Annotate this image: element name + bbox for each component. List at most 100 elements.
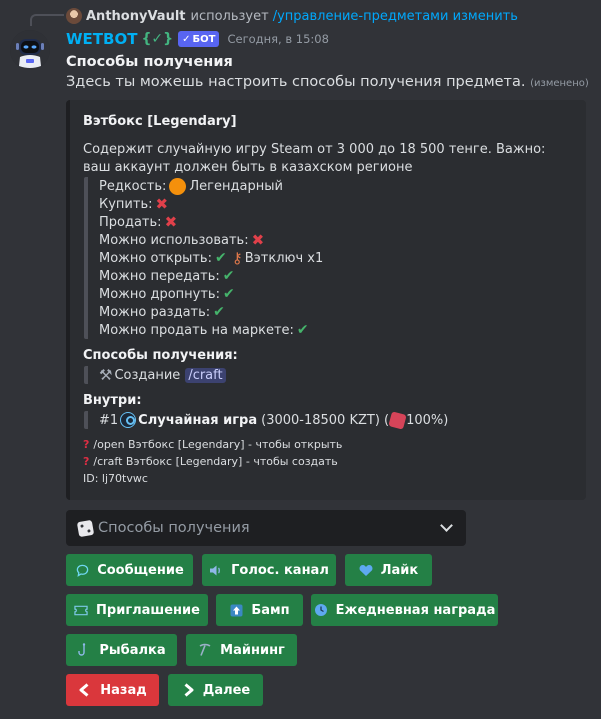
invite-button-label: Приглашение [96, 602, 200, 618]
obtain-method-label: Создание [114, 367, 181, 383]
embed-description: Содержит случайную игру Steam от 3 000 д… [83, 142, 546, 175]
bot-tag: ✓ БОТ [178, 31, 220, 47]
reply-reference[interactable]: AnthonyVault использует /управление-пред… [66, 6, 518, 26]
craft-command-mention[interactable]: /craft [185, 367, 226, 383]
open-key-value: Вэтключ x1 [244, 250, 324, 266]
cross-icon: ✖ [155, 195, 169, 213]
reply-username[interactable]: AnthonyVault [86, 9, 186, 24]
check-icon: ✔ [222, 268, 235, 284]
embed-title: Вэтбокс [Legendary] [83, 114, 237, 129]
obtain-method: ⚒ Создание /craft [99, 366, 574, 384]
prop-open: Можно открыть: ✔ ⚷ Вэтключ x1 [99, 249, 574, 267]
arrow-left-icon [78, 683, 92, 697]
inside-prefix: #1 [99, 412, 119, 428]
pickaxe-icon [198, 643, 212, 657]
prop-label: Можно раздать: [99, 304, 211, 320]
inside-item-chance: 100%) [406, 412, 449, 428]
question-mark-icon: ? [83, 455, 90, 468]
arrow-right-icon [181, 683, 195, 697]
like-button-label: Лайк [380, 562, 419, 578]
next-button-label: Далее [202, 682, 251, 698]
voice-button-label: Голос. канал [231, 562, 329, 578]
message-body: Здесь ты можешь настроить способы получе… [66, 74, 526, 90]
bump-button[interactable]: Бамп [216, 594, 303, 626]
daily-button-label: Ежедневная награда [335, 602, 496, 618]
prop-market: Можно продать на маркете: ✔ [99, 321, 574, 339]
prop-label: Можно дропнуть: [99, 286, 220, 302]
inside-item-range: (3000-18500 KZT) ( [261, 412, 390, 428]
chat-bubble-icon [75, 563, 89, 577]
prop-label: Купить: [99, 196, 153, 212]
up-arrow-icon [229, 603, 243, 617]
fishing-hook-icon [77, 643, 91, 657]
open-hint: /open Вэтбокс [Legendary] - чтобы открыт… [93, 438, 343, 451]
rarity-value: Легендарный [189, 178, 283, 194]
select-placeholder: Способы получения [98, 520, 250, 536]
prop-buy: Купить: ✖ [99, 195, 574, 213]
steam-icon [120, 412, 137, 428]
question-mark-icon: ? [83, 438, 90, 451]
prop-label: Продать: [99, 214, 162, 230]
bot-name[interactable]: WETBOT [66, 30, 137, 48]
dice-icon [388, 410, 407, 430]
fishing-button-label: Рыбалка [99, 642, 166, 658]
chevron-down-icon [440, 519, 453, 532]
prop-transfer: Можно передать: ✔ [99, 267, 574, 285]
obtain-quote: ⚒ Создание /craft [84, 366, 574, 384]
embed-footer: ?/open Вэтбокс [Legendary] - чтобы откры… [83, 436, 574, 487]
prop-sell: Продать: ✖ [99, 213, 574, 231]
craft-hint-line: ?/craft Вэтбокс [Legendary] - чтобы созд… [83, 453, 574, 470]
mining-button[interactable]: Майнинг [186, 634, 297, 666]
prop-giveaway: Можно раздать: ✔ [99, 303, 574, 321]
dice-icon [76, 519, 95, 537]
message-text: Здесь ты можешь настроить способы получе… [66, 72, 591, 94]
mining-button-label: Майнинг [220, 642, 285, 658]
prop-use: Можно использовать: ✖ [99, 231, 574, 249]
bump-button-label: Бамп [251, 602, 290, 618]
clock-icon [314, 603, 328, 617]
back-button[interactable]: Назад [66, 674, 159, 706]
daily-reward-button[interactable]: Ежедневная награда [311, 594, 498, 626]
properties-quote: Редкость: Легендарный Купить: ✖ Продать:… [84, 177, 574, 339]
check-icon: ✔ [214, 250, 227, 266]
inside-quote: #1 Случайная игра (3000-18500 KZT) ( 100… [84, 410, 574, 430]
like-button[interactable]: Лайк [345, 554, 432, 586]
next-button[interactable]: Далее [168, 674, 263, 706]
check-icon: ✔ [296, 322, 309, 338]
bot-tag-label: БОТ [192, 33, 216, 45]
prop-rarity: Редкость: Легендарный [99, 177, 574, 195]
obtain-methods-select[interactable]: Способы получения [66, 510, 466, 546]
key-icon: ⚷ [231, 249, 243, 267]
obtain-field-name: Способы получения: [83, 348, 238, 363]
reply-avatar[interactable] [66, 8, 82, 24]
bot-avatar[interactable] [10, 30, 50, 70]
check-icon: ✔ [213, 304, 225, 320]
fishing-button[interactable]: Рыбалка [66, 634, 177, 666]
ticket-icon [74, 603, 88, 617]
cross-icon: ✖ [164, 213, 178, 231]
reply-command[interactable]: /управление-предметами изменить [273, 9, 518, 24]
prop-label: Можно продать на маркете: [99, 322, 294, 338]
message-header: WETBOT {✓} ✓ БОТ Сегодня, в 15:08 [66, 28, 591, 50]
reply-connector [30, 14, 64, 26]
item-embed: Вэтбокс [Legendary] Содержит случайную и… [66, 100, 586, 500]
prop-label: Можно использовать: [99, 232, 249, 248]
message-button[interactable]: Сообщение [66, 554, 193, 586]
timestamp[interactable]: Сегодня, в 15:08 [227, 32, 328, 46]
speaker-icon [209, 563, 223, 577]
message-button-label: Сообщение [97, 562, 184, 578]
voice-channel-button[interactable]: Голос. канал [202, 554, 336, 586]
message: WETBOT {✓} ✓ БОТ Сегодня, в 15:08 Способ… [66, 28, 591, 500]
cross-icon: ✖ [251, 231, 265, 249]
bot-emblem: {✓} [141, 31, 174, 47]
invite-button[interactable]: Приглашение [66, 594, 208, 626]
hammer-wrench-icon: ⚒ [99, 366, 113, 384]
craft-hint: /craft Вэтбокс [Legendary] - чтобы созда… [93, 455, 338, 468]
inside-field-name: Внутри: [83, 393, 142, 408]
check-icon: ✔ [222, 286, 235, 302]
back-button-label: Назад [100, 682, 147, 698]
prop-label: Редкость: [99, 178, 167, 194]
open-hint-line: ?/open Вэтбокс [Legendary] - чтобы откры… [83, 436, 574, 453]
edited-label: (изменено) [530, 78, 589, 89]
item-id: ID: lj70tvwc [83, 472, 148, 485]
